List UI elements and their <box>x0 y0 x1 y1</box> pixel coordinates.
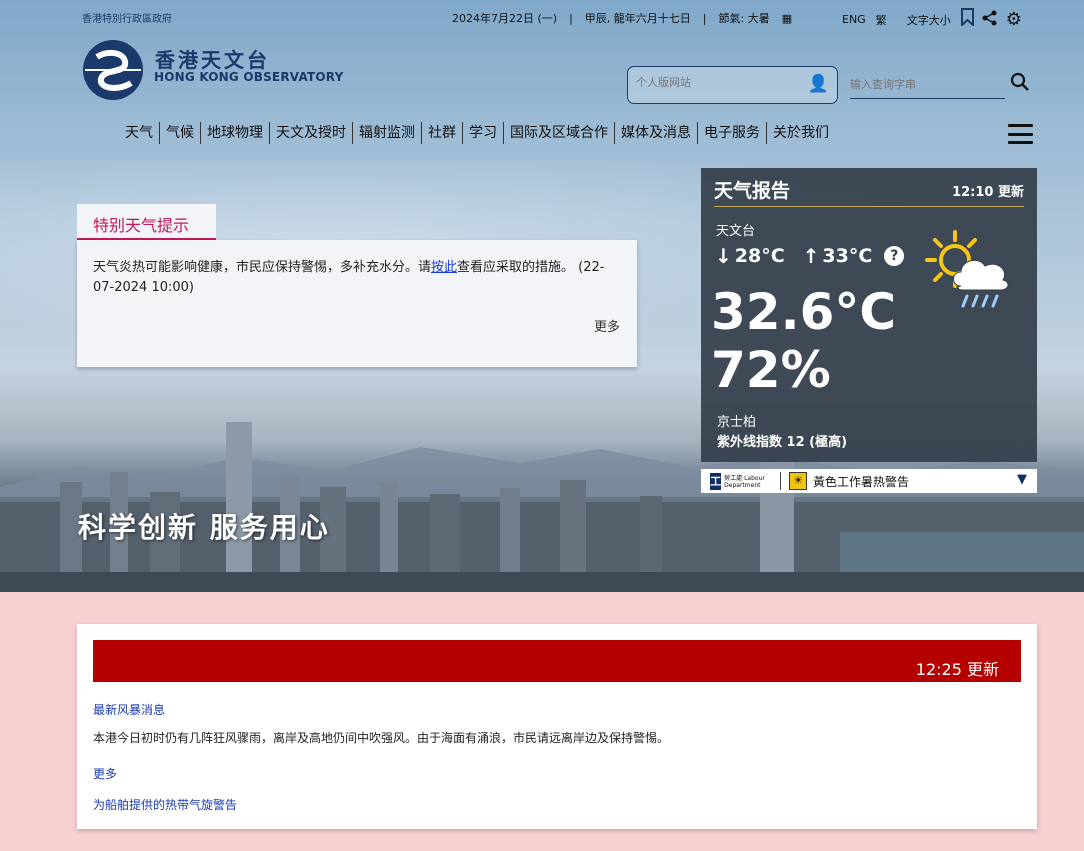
warning-bar[interactable]: 工勞工處 Labour Department ☀ 黃色工作暑热警告 ▼ <box>701 469 1037 493</box>
solar-term: 節氣: 大暑 <box>718 12 770 25</box>
traditional-chinese-link[interactable]: 繁 <box>876 12 887 28</box>
uv-station: 京士柏 <box>717 415 757 430</box>
warning-text: 黃色工作暑热警告 <box>813 474 910 489</box>
chevron-down-icon[interactable]: ▼ <box>1017 472 1027 487</box>
max-temp: 33°C <box>822 245 873 267</box>
slogan: 科学创新 服务用心 <box>78 511 330 544</box>
current-humidity: 72% <box>711 341 831 399</box>
search-box <box>850 73 1005 99</box>
personal-site-box[interactable]: 👤 <box>627 66 838 104</box>
search-icon[interactable] <box>1010 72 1030 97</box>
calendar-icon[interactable]: ▦ <box>782 12 792 25</box>
min-max-temp: ↓ 28°C ↑ 33°C ? <box>715 244 905 268</box>
uv-index: 紫外线指数 12 (極高) <box>717 435 848 450</box>
tip-text: 天气炎热可能影响健康，市民应保持警惕，多补充水分。请 <box>93 260 432 275</box>
utility-links: ENG 繁 文字大小 ⚙ <box>842 8 1032 31</box>
station-name: 天文台 <box>716 224 756 239</box>
nav-media[interactable]: 媒体及消息 <box>615 122 698 144</box>
tip-link[interactable]: 按此 <box>431 260 457 275</box>
sun-cloud-rain-icon <box>925 230 1009 308</box>
date-bar: 2024年7月22日 (一) | 甲辰, 龍年六月十七日 | 節氣: 大暑 ▦ <box>452 10 792 26</box>
english-link[interactable]: ENG <box>842 13 866 26</box>
lunar-date: 甲辰, 龍年六月十七日 <box>584 12 691 25</box>
weather-updated-time: 12:10 更新 <box>952 185 1024 200</box>
news-header-bar: 12:25 更新 <box>93 640 1021 682</box>
arrow-down-icon: ↓ <box>715 244 732 268</box>
date-text: 2024年7月22日 (一) <box>452 12 558 25</box>
font-size-link[interactable]: 文字大小 <box>907 12 951 28</box>
nav-international[interactable]: 国际及区域合作 <box>504 122 615 144</box>
nav-astronomy[interactable]: 天文及授时 <box>270 122 353 144</box>
nav-geophysics[interactable]: 地球物理 <box>201 122 270 144</box>
labour-department-logo: 工勞工處 Labour Department <box>710 472 765 490</box>
divider <box>780 472 781 490</box>
help-icon[interactable]: ? <box>884 246 905 266</box>
special-tip-card: 天气炎热可能影响健康，市民应保持警惕，多补充水分。请按此查看应采取的措施。 (2… <box>77 240 637 367</box>
user-settings-icon[interactable]: 👤 <box>808 74 829 94</box>
min-temp: 28°C <box>734 245 785 267</box>
storm-news-link[interactable]: 最新风暴消息 <box>93 701 165 718</box>
weather-report: 天气报告 12:10 更新 天文台 ↓ 28°C ↑ 33°C ? 32.6°C… <box>701 168 1037 462</box>
weather-report-title: 天气报告 <box>714 180 791 202</box>
news-updated-time: 12:25 更新 <box>915 660 999 679</box>
share-icon[interactable] <box>982 10 998 30</box>
logo-chinese: 香港天文台 <box>155 48 270 72</box>
arrow-up-icon: ↑ <box>802 244 820 268</box>
separator: | <box>569 11 573 25</box>
nav-radiation[interactable]: 辐射监测 <box>353 122 422 144</box>
nav-about[interactable]: 关於我们 <box>767 122 835 144</box>
separator: | <box>702 11 707 25</box>
news-panel: 12:25 更新 最新风暴消息 本港今日初时仍有几阵狂风骤雨，离岸及高地仍间中吹… <box>77 624 1037 829</box>
search-input[interactable] <box>850 73 1000 91</box>
nav-eservices[interactable]: 电子服务 <box>698 122 767 144</box>
tip-more-link[interactable]: 更多 <box>594 318 620 338</box>
nav-learning[interactable]: 学习 <box>463 122 504 144</box>
gear-icon[interactable]: ⚙ <box>1006 9 1022 30</box>
news-more-link[interactable]: 更多 <box>93 765 117 782</box>
heat-stress-warning-icon: ☀ <box>789 472 807 490</box>
logo-english: HONG KONG OBSERVATORY <box>154 70 344 84</box>
ship-warning-link[interactable]: 为船舶提供的热带气旋警告 <box>93 796 237 813</box>
special-tip-tab: 特别天气提示 <box>77 204 216 240</box>
divider <box>714 206 1024 207</box>
nav-climate[interactable]: 气候 <box>160 122 201 144</box>
personal-site-input[interactable] <box>636 76 806 89</box>
gov-link[interactable]: 香港特別行政區政府 <box>82 10 172 25</box>
nav-community[interactable]: 社群 <box>422 122 463 144</box>
nav-weather[interactable]: 天气 <box>119 122 160 144</box>
storm-news-text: 本港今日初时仍有几阵狂风骤雨，离岸及高地仍间中吹强风。由于海面有涌浪，市民请远离… <box>93 731 670 745</box>
hko-logo[interactable] <box>77 39 149 101</box>
main-nav: 天气 气候 地球物理 天文及授时 辐射监测 社群 学习 国际及区域合作 媒体及消… <box>119 120 835 146</box>
menu-icon[interactable] <box>1008 124 1033 144</box>
bookmark-icon[interactable] <box>960 8 974 31</box>
current-temperature: 32.6°C <box>711 283 897 341</box>
